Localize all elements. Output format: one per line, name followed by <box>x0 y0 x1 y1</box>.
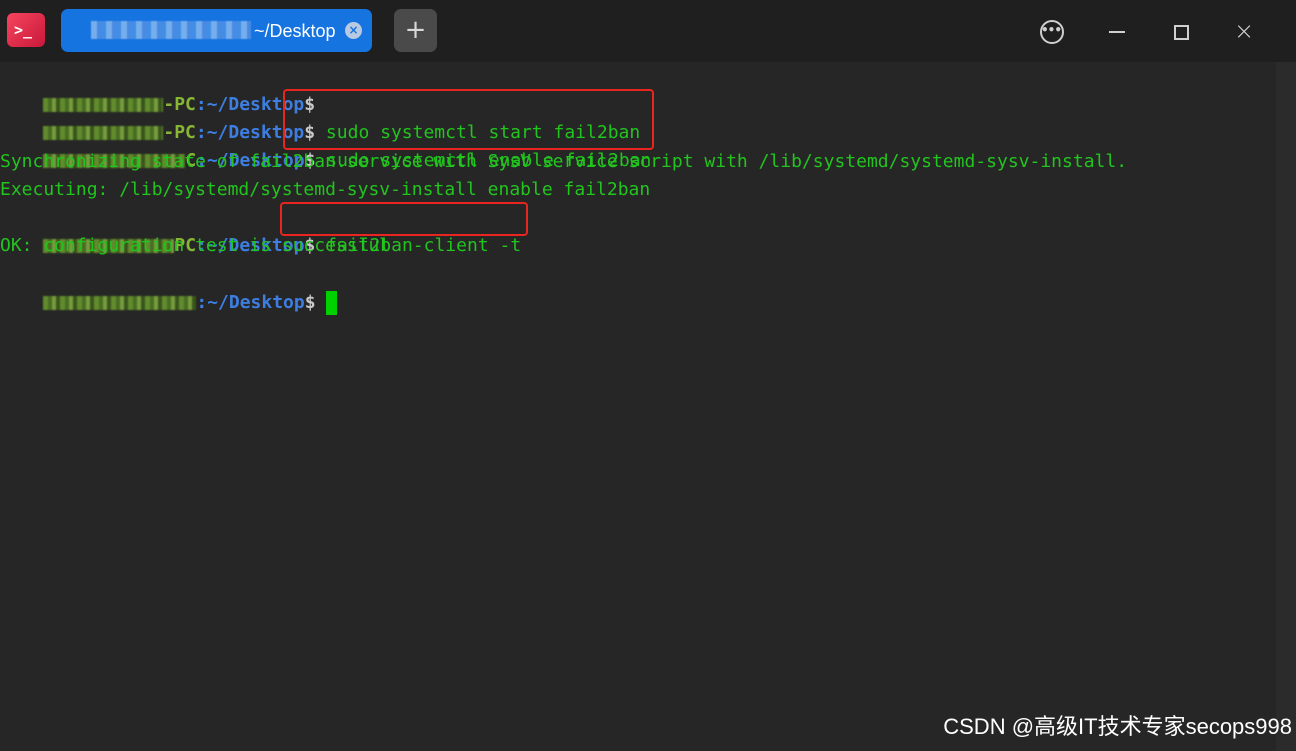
command-input[interactable] <box>316 292 327 313</box>
menu-button[interactable]: ••• <box>1034 14 1068 48</box>
close-icon: × <box>1233 17 1255 45</box>
minimize-icon <box>1109 31 1125 33</box>
highlight-box <box>280 202 528 236</box>
close-button[interactable]: × <box>1227 14 1261 48</box>
prompt-path: :~/Desktop <box>196 292 305 313</box>
terminal-window: >_ ~/Desktop × + ••• × -PC:~/Desktop$ -P… <box>0 0 1296 751</box>
terminal-line: -PC:~/Desktop$ <box>0 63 315 115</box>
output-line: Executing: /lib/systemd/systemd-sysv-ins… <box>0 179 651 200</box>
prompt-symbol: $ <box>304 292 316 313</box>
tab-desktop[interactable]: ~/Desktop × <box>61 9 372 52</box>
scrollbar[interactable] <box>1276 62 1296 751</box>
add-tab-button[interactable]: + <box>394 9 437 52</box>
maximize-button[interactable] <box>1164 14 1198 48</box>
watermark: CSDN @高级IT技术专家secops998 <box>943 714 1292 739</box>
redacted-username <box>43 296 197 310</box>
redacted-username <box>91 21 251 39</box>
text-cursor <box>326 291 338 315</box>
output-line: OK: configuration test is successful <box>0 235 391 256</box>
tab-title: ~/Desktop <box>254 21 336 41</box>
minimize-button[interactable] <box>1100 14 1134 48</box>
maximize-icon <box>1174 25 1189 40</box>
more-dots-icon: ••• <box>1040 23 1062 37</box>
highlight-box <box>283 89 654 150</box>
terminal-app-icon[interactable]: >_ <box>7 13 45 47</box>
output-line: Synchronizing state of fail2ban.service … <box>0 151 1128 172</box>
title-bar[interactable]: >_ ~/Desktop × + ••• × <box>0 0 1296 62</box>
terminal-line[interactable]: :~/Desktop$ <box>0 261 338 315</box>
tab-close-icon[interactable]: × <box>345 22 362 39</box>
